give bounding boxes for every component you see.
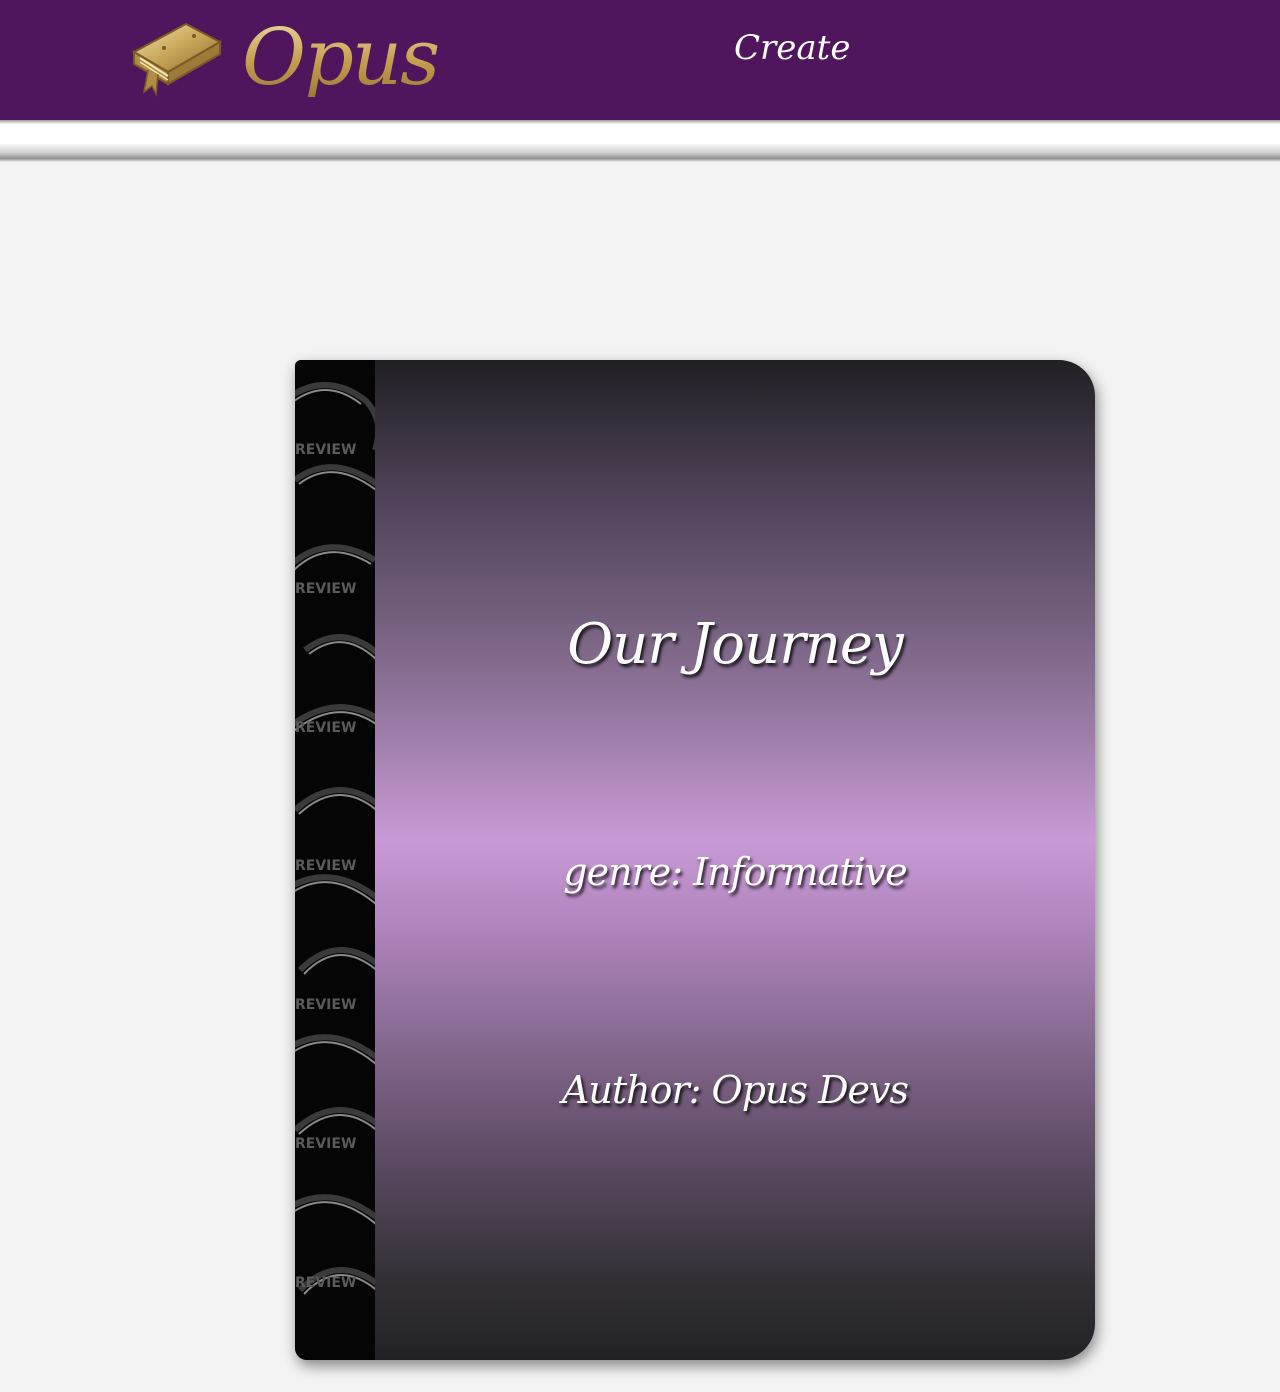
book-cover-card[interactable]: REVIEW REVIEW REVIEW REVIEW REVIEW REVIE… bbox=[295, 360, 1095, 1360]
book-author: Author: Opus Devs bbox=[561, 1068, 909, 1112]
logo-link[interactable]: Opus bbox=[124, 4, 440, 112]
spine-texture: REVIEW REVIEW REVIEW REVIEW REVIEW REVIE… bbox=[295, 382, 375, 1295]
spine-watermark: REVIEW bbox=[295, 581, 356, 597]
spine-watermark: REVIEW bbox=[295, 442, 356, 458]
book-title: Our Journey bbox=[567, 612, 903, 677]
header-divider bbox=[0, 120, 1280, 162]
spine-watermark: REVIEW bbox=[295, 858, 356, 874]
spine-watermark: REVIEW bbox=[295, 997, 356, 1013]
book-logo-icon bbox=[124, 18, 224, 98]
logo-text: Opus bbox=[242, 13, 440, 103]
nav-create-link[interactable]: Create bbox=[734, 28, 850, 68]
book-spine: REVIEW REVIEW REVIEW REVIEW REVIEW REVIE… bbox=[295, 360, 375, 1360]
spine-watermark: REVIEW bbox=[295, 1275, 356, 1291]
book-genre: genre: Informative bbox=[563, 850, 907, 894]
spine-watermark: REVIEW bbox=[295, 720, 356, 736]
navbar: Opus Create bbox=[0, 0, 1280, 120]
spine-watermark: REVIEW bbox=[295, 1136, 356, 1152]
